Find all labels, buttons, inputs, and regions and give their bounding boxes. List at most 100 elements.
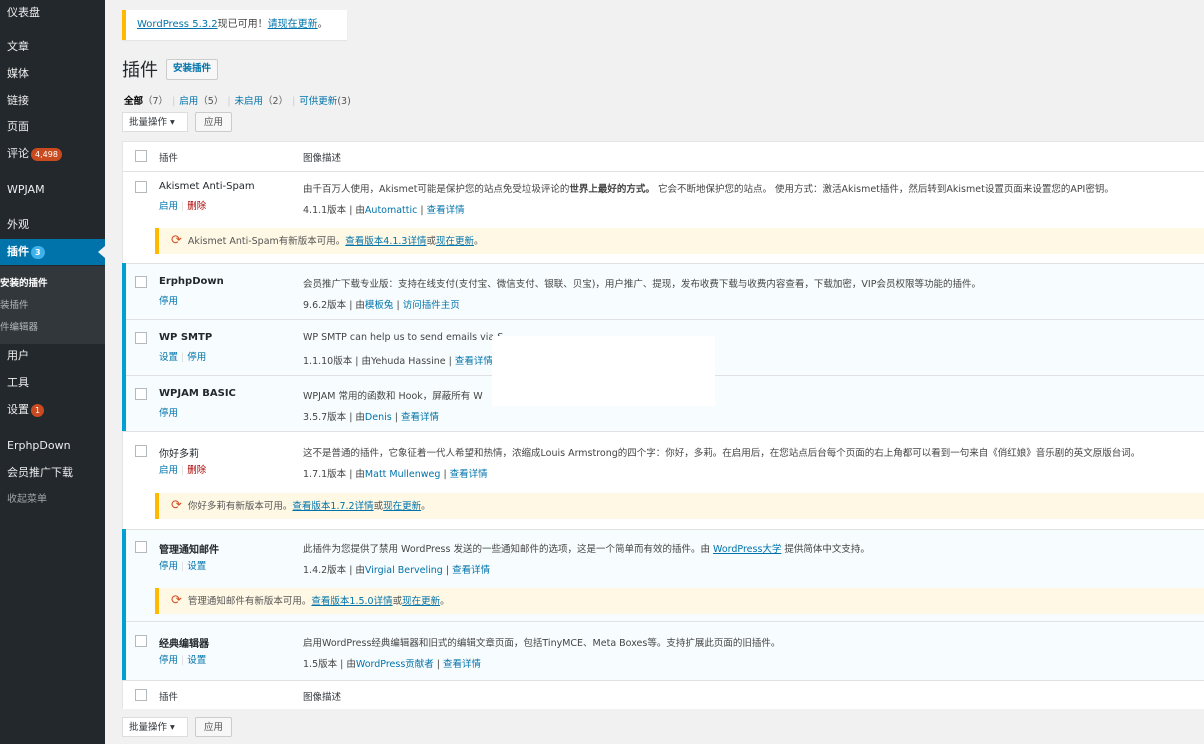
plugin-checkbox[interactable] bbox=[135, 388, 147, 400]
filter-active[interactable]: 启用 bbox=[179, 96, 198, 107]
settings-link[interactable]: 设置 bbox=[187, 561, 206, 572]
menu-plugins[interactable]: 插件 3 bbox=[0, 239, 105, 265]
plugin-row: 你好多莉 启用 | 删除 这不是普通的插件，它象征着一代人希望和热情，浓缩成Loui… bbox=[123, 431, 1204, 529]
plugin-row: 经典编辑器 停用 | 设置 启用WordPress经典编辑器和旧式的编辑文章页面，包… bbox=[122, 621, 1204, 680]
view-version-link[interactable]: 查看版本4.1.3详情 bbox=[345, 236, 426, 247]
activate-link[interactable]: 启用 bbox=[159, 465, 178, 476]
author-link[interactable]: Denis bbox=[365, 412, 392, 423]
update-now-link[interactable]: 请现在更新 bbox=[268, 19, 318, 30]
update-or: 或 bbox=[373, 501, 384, 512]
details-link[interactable]: 查看详情 bbox=[443, 659, 481, 670]
menu-label: WPJAM bbox=[7, 183, 45, 196]
menu-media[interactable]: 媒体 bbox=[0, 61, 105, 87]
menu-label: 插件 bbox=[7, 245, 29, 258]
update-end: 。 bbox=[474, 236, 484, 247]
update-or: 或 bbox=[426, 236, 436, 247]
column-description: 图像描述 bbox=[303, 692, 342, 703]
settings-link[interactable]: 设置 bbox=[187, 655, 206, 666]
deactivate-link[interactable]: 停用 bbox=[159, 561, 178, 572]
menu-erphpdown[interactable]: ErphpDown bbox=[0, 433, 105, 459]
column-description: 图像描述 bbox=[303, 153, 342, 164]
column-plugin: 插件 bbox=[159, 692, 179, 703]
submenu-editor[interactable]: 件编辑器 bbox=[0, 319, 38, 333]
details-link[interactable]: 查看详情 bbox=[455, 356, 493, 367]
delete-link[interactable]: 删除 bbox=[187, 201, 206, 212]
desc-rest: 它会不断地保护您的站点。 使用方式：激活Akismet插件，然后转到Akisme… bbox=[657, 184, 1114, 195]
translator-link[interactable]: WordPress大学 bbox=[713, 544, 781, 555]
settings-link[interactable]: 设置 bbox=[159, 352, 178, 363]
update-text: 管理通知邮件有新版本可用。 bbox=[187, 596, 312, 607]
submenu-installed-plugins[interactable]: 安装的插件 bbox=[0, 275, 48, 289]
menu-member-download[interactable]: 会员推广下载 bbox=[0, 460, 105, 486]
update-message: ⟳ Akismet Anti-Spam有新版本可用。查看版本4.1.3详情或现在更… bbox=[155, 228, 1204, 254]
apply-button[interactable]: 应用 bbox=[195, 112, 233, 132]
update-now-link[interactable]: 现在更新 bbox=[383, 501, 421, 512]
deactivate-link[interactable]: 停用 bbox=[187, 352, 206, 363]
view-version-link[interactable]: 查看版本1.5.0详情 bbox=[311, 596, 392, 607]
plugin-checkbox[interactable] bbox=[135, 332, 147, 344]
menu-dashboard[interactable]: 仪表盘 bbox=[0, 0, 105, 26]
update-now-link[interactable]: 现在更新 bbox=[402, 596, 440, 607]
view-version-link[interactable]: 查看版本1.7.2详情 bbox=[292, 501, 373, 512]
menu-pages[interactable]: 页面 bbox=[0, 114, 105, 140]
activate-link[interactable]: 启用 bbox=[159, 201, 178, 212]
settings-badge: 1 bbox=[31, 403, 45, 417]
details-link[interactable]: 查看详情 bbox=[427, 205, 465, 216]
submenu-add-new[interactable]: 装插件 bbox=[0, 297, 29, 311]
filter-update-available[interactable]: 可供更新 bbox=[299, 96, 337, 107]
author-link[interactable]: Automattic bbox=[365, 205, 417, 216]
plugin-meta: 1.4.2版本 | 由Virgial Berveling | 查看详情 bbox=[303, 565, 491, 576]
author-link[interactable]: Virgial Berveling bbox=[365, 565, 443, 576]
filter-all-count: （7） bbox=[143, 96, 169, 107]
plugin-row: 管理通知邮件 停用 | 设置 此插件为您提供了禁用 WordPress 发送的一些通… bbox=[122, 529, 1204, 621]
version-text: 1.1.10版本 | 由Yehuda Hassine | bbox=[303, 356, 455, 367]
menu-appearance[interactable]: 外观 bbox=[0, 212, 105, 238]
details-link[interactable]: 查看详情 bbox=[452, 565, 490, 576]
menu-comments[interactable]: 评论 4,498 bbox=[0, 141, 105, 167]
menu-label: 链接 bbox=[7, 94, 29, 107]
menu-posts[interactable]: 文章 bbox=[0, 34, 105, 60]
plugin-meta: 1.5版本 | 由WordPress贡献者 | 查看详情 bbox=[303, 659, 482, 670]
menu-links[interactable]: 链接 bbox=[0, 88, 105, 114]
author-link[interactable]: WordPress贡献者 bbox=[356, 659, 434, 670]
plugin-checkbox[interactable] bbox=[135, 445, 147, 457]
delete-link[interactable]: 删除 bbox=[187, 465, 206, 476]
menu-wpjam[interactable]: WPJAM bbox=[0, 177, 105, 203]
update-now-link[interactable]: 现在更新 bbox=[436, 236, 474, 247]
deactivate-link[interactable]: 停用 bbox=[159, 296, 178, 307]
menu-users[interactable]: 用户 bbox=[0, 343, 105, 369]
select-all-checkbox[interactable] bbox=[135, 689, 147, 701]
update-or: 或 bbox=[392, 596, 403, 607]
bulk-action-select[interactable]: 批量操作 ▾ bbox=[122, 112, 188, 132]
deactivate-link[interactable]: 停用 bbox=[159, 655, 178, 666]
author-link[interactable]: Matt Mullenweg bbox=[365, 469, 441, 480]
details-link[interactable]: 查看详情 bbox=[401, 412, 439, 423]
plugin-checkbox[interactable] bbox=[135, 635, 147, 647]
apply-button[interactable]: 应用 bbox=[195, 717, 233, 737]
version-text: 1.7.1版本 | 由 bbox=[303, 469, 365, 480]
menu-collapse[interactable]: 收起菜单 bbox=[0, 487, 105, 513]
details-link[interactable]: 查看详情 bbox=[450, 469, 488, 480]
plugin-row: ErphpDown 停用 会员推广下载专业版：支持在线支付(支付宝、微信支付、银… bbox=[122, 263, 1204, 319]
plugin-meta: 1.1.10版本 | 由Yehuda Hassine | 查看详情 bbox=[303, 353, 493, 367]
menu-settings[interactable]: 设置 1 bbox=[0, 397, 105, 423]
plugin-name: 管理通知邮件 bbox=[159, 545, 219, 556]
deactivate-link[interactable]: 停用 bbox=[159, 408, 178, 419]
plugin-checkbox[interactable] bbox=[135, 181, 147, 193]
version-text: 1.4.2版本 | 由 bbox=[303, 565, 365, 576]
author-link[interactable]: 模板兔 bbox=[365, 300, 394, 311]
plugin-meta: 4.1.1版本 | 由Automattic | 查看详情 bbox=[303, 205, 465, 216]
filter-inactive[interactable]: 未启用 bbox=[235, 96, 264, 107]
update-message: ⟳ 管理通知邮件有新版本可用。查看版本1.5.0详情或现在更新。 bbox=[155, 588, 1204, 614]
select-all-checkbox[interactable] bbox=[135, 150, 147, 162]
filter-all[interactable]: 全部 bbox=[124, 96, 143, 107]
plugin-name: WP SMTP bbox=[159, 332, 213, 343]
wordpress-version-link[interactable]: WordPress 5.3.2 bbox=[137, 19, 218, 30]
plugin-checkbox[interactable] bbox=[135, 276, 147, 288]
plugin-checkbox[interactable] bbox=[135, 541, 147, 553]
add-plugin-button[interactable]: 安装插件 bbox=[166, 59, 219, 80]
desc-text: 此插件为您提供了禁用 WordPress 发送的一些通知邮件的选项，这是一个简单… bbox=[303, 544, 713, 555]
details-link[interactable]: 访问插件主页 bbox=[403, 300, 460, 311]
bulk-action-select[interactable]: 批量操作 ▾ bbox=[122, 717, 188, 737]
menu-tools[interactable]: 工具 bbox=[0, 370, 105, 396]
